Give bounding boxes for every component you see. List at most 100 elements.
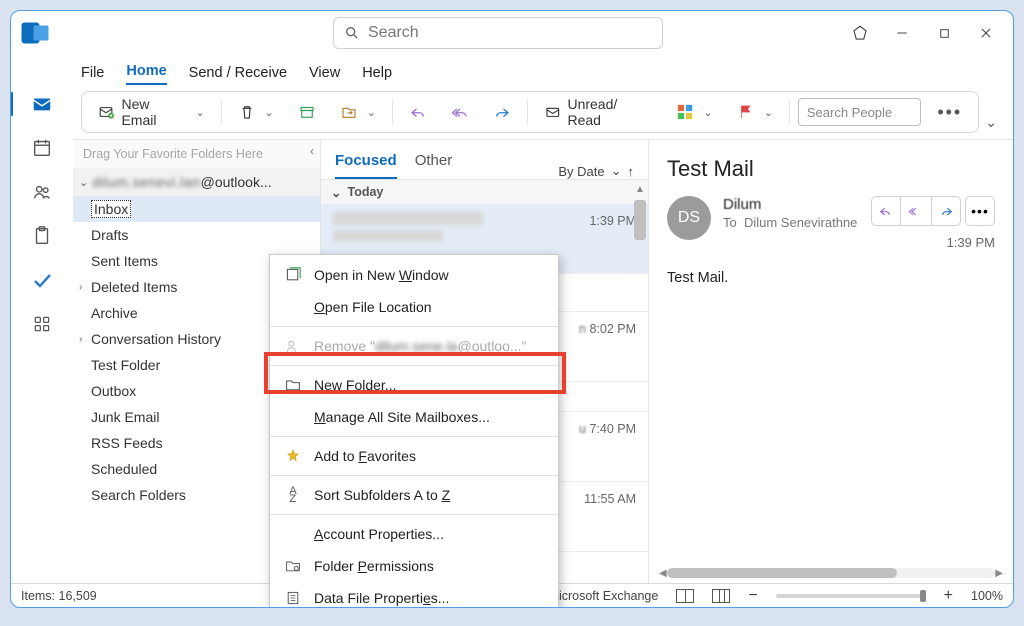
account-header[interactable]: ⌄ dilum.senevi.lan @outlook... (73, 168, 320, 196)
normal-layout-button[interactable] (712, 589, 730, 603)
rail-mail-button[interactable] (22, 87, 62, 121)
more-actions-button[interactable]: ••• (965, 196, 995, 226)
folder-label: Sent Items (91, 253, 158, 269)
reply-icon (878, 203, 894, 219)
tab-focused[interactable]: Focused (335, 152, 397, 179)
folder-icon (284, 376, 302, 394)
rail-calendar-button[interactable] (22, 131, 62, 165)
sort-az-icon: AZ (284, 486, 302, 504)
ctx-label: Account Properties... (314, 526, 444, 542)
ctx-folder-permissions[interactable]: Folder Permissions (270, 550, 558, 582)
forward-icon (493, 103, 511, 121)
folder-label: Inbox (91, 200, 131, 218)
group-label: Today (347, 185, 383, 199)
chevron-right-icon: › (79, 334, 91, 345)
tab-other[interactable]: Other (415, 152, 453, 179)
flag-button[interactable] (729, 97, 781, 127)
chevron-down-icon: ⌄ (79, 176, 88, 189)
new-window-icon (284, 266, 302, 284)
message-list-tabs: Focused Other By Date ⌄ ↑ (321, 140, 648, 180)
move-button[interactable] (332, 97, 384, 127)
ctx-manage-mailboxes[interactable]: Manage All Site Mailboxes... (270, 401, 558, 433)
ctx-data-file-properties[interactable]: Data File Properties... (270, 582, 558, 608)
reply-all-icon (908, 203, 924, 219)
ctx-label: Add to Favorites (314, 448, 416, 464)
folder-label: Archive (91, 305, 138, 321)
sort-direction-icon[interactable]: ↑ (628, 164, 635, 179)
scroll-right-button[interactable]: ▶ (995, 568, 1003, 579)
categorize-button[interactable] (668, 97, 720, 127)
premium-icon[interactable] (851, 24, 869, 42)
ctx-label: Manage All Site Mailboxes... (314, 409, 490, 425)
ctx-label: Open in New Window (314, 267, 449, 283)
scroll-left-button[interactable]: ◀ (659, 568, 667, 579)
check-icon (30, 268, 54, 292)
account-suffix: @outlook... (201, 174, 272, 190)
scrollbar-thumb[interactable] (634, 200, 646, 240)
rail-todo-button[interactable] (22, 263, 62, 297)
ctx-add-favorites[interactable]: Add to Favorites (270, 440, 558, 472)
message-actions: ••• (871, 196, 995, 226)
archive-button[interactable] (290, 97, 324, 127)
collapse-folderpane-button[interactable]: ‹ (310, 144, 314, 158)
rail-people-button[interactable] (22, 175, 62, 209)
search-people-input[interactable]: Search People (798, 98, 921, 126)
menu-help[interactable]: Help (362, 65, 392, 85)
horizontal-scrollbar[interactable]: ◀ ▶ (659, 567, 1003, 579)
ctx-label: Open File Location (314, 299, 432, 315)
forward-button[interactable] (485, 97, 519, 127)
archive-icon (298, 103, 316, 121)
ctx-open-new-window[interactable]: Open in New Window (270, 259, 558, 291)
zoom-out-button[interactable]: − (748, 587, 757, 605)
message-subject: Test Mail (667, 156, 995, 182)
favorites-drop-zone[interactable]: Drag Your Favorite Folders Here ‹ (73, 140, 320, 168)
minimize-button[interactable] (893, 24, 911, 42)
folder-drafts[interactable]: Drafts (73, 222, 320, 248)
outlook-app-icon (17, 15, 53, 51)
flag-icon (737, 103, 755, 121)
ctx-sort-subfolders[interactable]: AZ Sort Subfolders A to Z (270, 479, 558, 511)
unread-read-button[interactable]: Unread/ Read (536, 97, 661, 127)
ctx-new-folder[interactable]: New Folder... (270, 369, 558, 401)
zoom-in-button[interactable]: + (944, 587, 953, 605)
ctx-open-file-location[interactable]: Open File Location (270, 291, 558, 323)
global-search-input[interactable]: Search (333, 17, 663, 49)
rail-tasks-button[interactable] (22, 219, 62, 253)
scroll-up-button[interactable]: ▲ (634, 184, 646, 195)
menu-file[interactable]: File (81, 65, 104, 85)
reply-all-button[interactable] (443, 97, 477, 127)
menu-send-receive[interactable]: Send / Receive (189, 65, 287, 85)
zoom-slider[interactable] (776, 594, 926, 598)
outlook-window: Search File Home Send / Receive View Hel… (10, 10, 1014, 608)
zoom-level: 100% (971, 589, 1003, 603)
menubar: File Home Send / Receive View Help (11, 55, 1013, 85)
folder-inbox[interactable]: Inbox (73, 196, 320, 222)
reply-button[interactable] (401, 97, 435, 127)
reply-all-button[interactable] (901, 196, 931, 226)
rail-apps-button[interactable] (22, 307, 62, 341)
folder-label: Junk Email (91, 409, 159, 425)
envelope-icon (544, 103, 562, 121)
delete-button[interactable] (230, 97, 282, 127)
mail-plus-icon (98, 103, 115, 121)
ctx-account-properties[interactable]: Account Properties... (270, 518, 558, 550)
categories-icon (676, 103, 694, 121)
ribbon-collapse-button[interactable]: ⌄ (985, 114, 1003, 133)
group-header-today[interactable]: ⌄ Today (321, 180, 648, 204)
ribbon-more-button[interactable]: ••• (929, 97, 970, 127)
menu-view[interactable]: View (309, 65, 340, 85)
ctx-label: Sort Subfolders A to Z (314, 487, 450, 503)
new-email-label: New Email (121, 96, 186, 128)
new-email-button[interactable]: New Email (90, 97, 213, 127)
menu-home[interactable]: Home (126, 63, 166, 85)
ctx-label: Remove "dilum.sene.la@outloo..." (314, 338, 527, 354)
close-button[interactable] (977, 24, 995, 42)
forward-button[interactable] (931, 196, 961, 226)
sort-by-dropdown[interactable]: By Date ⌄ ↑ (558, 163, 634, 179)
reply-button[interactable] (871, 196, 901, 226)
folder-label: Conversation History (91, 331, 221, 347)
maximize-button[interactable] (935, 24, 953, 42)
folder-label: Test Folder (91, 357, 160, 373)
reading-pane-layout-button[interactable] (676, 589, 694, 603)
scrollbar-thumb[interactable] (667, 568, 897, 578)
